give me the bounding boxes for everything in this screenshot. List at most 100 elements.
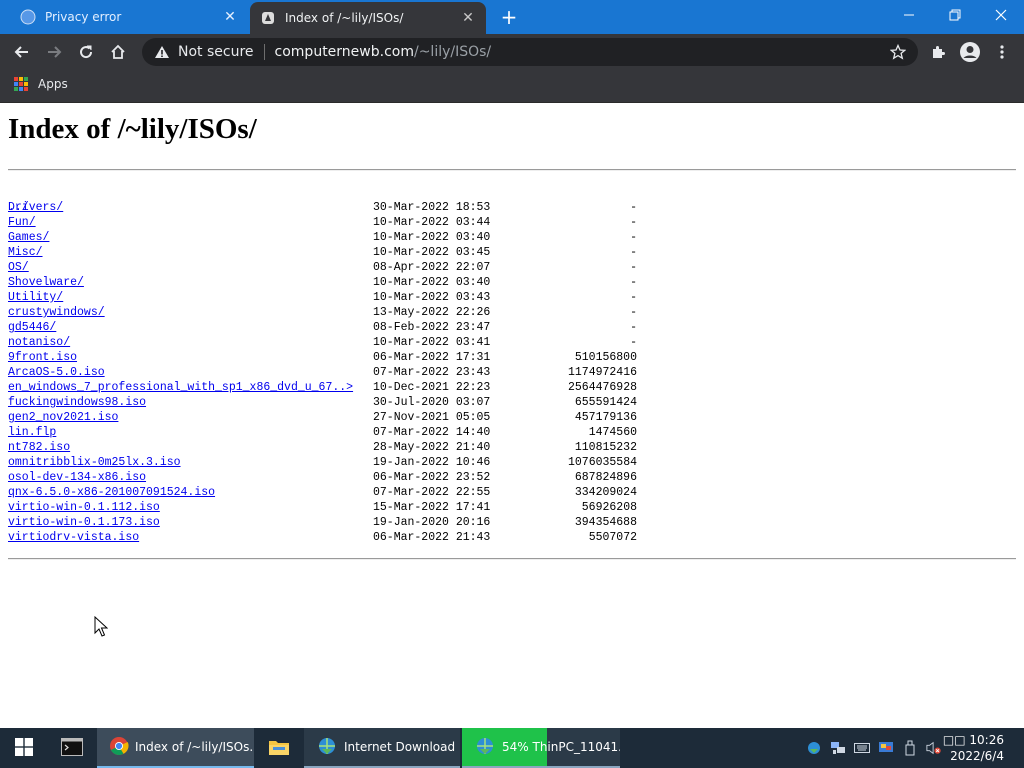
file-size: - xyxy=(630,261,637,274)
list-item: 9front.iso 06-Mar-2022 17:31 510156800 xyxy=(8,350,637,365)
file-link[interactable]: fuckingwindows98.iso xyxy=(8,395,146,410)
home-icon[interactable] xyxy=(104,39,132,65)
file-size: - xyxy=(630,306,637,319)
file-link[interactable]: virtio-win-0.1.173.iso xyxy=(8,515,160,530)
address-bar[interactable]: Not secure computernewb.com/~lily/ISOs/ xyxy=(142,38,918,66)
star-icon[interactable] xyxy=(889,43,907,60)
modified-date: 13-May-2022 22:26 xyxy=(373,306,491,319)
modified-date: 30-Jul-2020 03:07 xyxy=(373,396,491,409)
modified-date: 10-Mar-2022 03:40 xyxy=(373,276,491,289)
account-icon[interactable] xyxy=(956,39,984,65)
restore-icon[interactable] xyxy=(932,0,978,30)
file-link[interactable]: ArcaOS-5.0.iso xyxy=(8,365,105,380)
url-host: computernewb.com xyxy=(274,44,414,60)
file-size: 394354688 xyxy=(574,516,637,529)
usb-device-icon[interactable] xyxy=(902,740,918,756)
puzzle-icon[interactable] xyxy=(924,39,952,65)
keyboard-icon[interactable] xyxy=(854,740,870,756)
file-link[interactable]: en_windows_7_professional_with_sp1_x86_d… xyxy=(8,380,353,395)
modified-date: 10-Mar-2022 03:45 xyxy=(373,246,491,259)
file-link[interactable]: 9front.iso xyxy=(8,350,77,365)
file-size: 334209024 xyxy=(574,486,637,499)
file-link[interactable]: omnitribblix-0m25lx.3.iso xyxy=(8,455,181,470)
file-link[interactable]: Shovelware/ xyxy=(8,275,84,290)
modified-date: 06-Mar-2022 17:31 xyxy=(373,351,491,364)
close-window-icon[interactable] xyxy=(978,0,1024,30)
file-size: 655591424 xyxy=(574,396,637,409)
file-link[interactable]: crustywindows/ xyxy=(8,305,105,320)
list-item: crustywindows/13-May-2022 22:26 - xyxy=(8,305,637,320)
file-link[interactable]: Games/ xyxy=(8,230,49,245)
file-link[interactable]: Fun/ xyxy=(8,215,36,230)
file-link[interactable]: gd5446/ xyxy=(8,320,56,335)
apps-shortcut[interactable]: Apps xyxy=(14,77,68,91)
terminal-task-button[interactable] xyxy=(48,728,96,768)
file-link[interactable]: Utility/ xyxy=(8,290,63,305)
modified-date: 10-Mar-2022 03:41 xyxy=(373,336,491,349)
list-item: virtio-win-0.1.112.iso 15-Mar-2022 17:41 5… xyxy=(8,500,637,515)
list-item: gd5446/08-Feb-2022 23:47 - xyxy=(8,320,637,335)
list-item: Misc/10-Mar-2022 03:45 - xyxy=(8,245,637,260)
list-item: Drivers/30-Mar-2022 18:53 - xyxy=(8,200,637,215)
modified-date: 07-Mar-2022 14:40 xyxy=(373,426,491,439)
list-item: virtio-win-0.1.173.iso 19-Jan-2020 20:16 3… xyxy=(8,515,637,530)
chrome-task-button[interactable]: Index of /~lily/ISOs... xyxy=(97,728,254,768)
file-link[interactable]: Misc/ xyxy=(8,245,43,260)
internet-download-manager-task-button[interactable]: Internet Download ... xyxy=(304,728,460,768)
list-item: Games/10-Mar-2022 03:40 - xyxy=(8,230,637,245)
download-progress-task-button[interactable]: 54% ThinPC_11041... xyxy=(462,728,620,768)
file-link[interactable]: nt782.iso xyxy=(8,440,70,455)
list-item: omnitribblix-0m25lx.3.iso 19-Jan-2022 10:… xyxy=(8,455,637,470)
modified-date: 15-Mar-2022 17:41 xyxy=(373,501,491,514)
file-size: - xyxy=(630,201,637,214)
clock[interactable]: □□ 10:26 2022/6/4 xyxy=(943,732,1004,764)
file-link[interactable]: notaniso/ xyxy=(8,335,70,350)
modified-date: 27-Nov-2021 05:05 xyxy=(373,411,491,424)
modified-date: 07-Mar-2022 23:43 xyxy=(373,366,491,379)
download-manager-tray-icon[interactable] xyxy=(806,740,822,756)
list-item: ../ xyxy=(8,185,49,214)
menu-dots-icon[interactable] xyxy=(988,39,1016,65)
display-icon[interactable] xyxy=(878,740,894,756)
file-size: - xyxy=(630,231,637,244)
clock-time: □□ 10:26 xyxy=(942,733,1004,747)
reload-icon[interactable] xyxy=(72,39,100,65)
file-explorer-task-button[interactable] xyxy=(256,728,302,768)
close-tab-icon[interactable]: ✕ xyxy=(222,9,238,25)
file-link[interactable]: lin.flp xyxy=(8,425,56,440)
network-icon[interactable] xyxy=(830,740,846,756)
forward-arrow-icon[interactable] xyxy=(40,39,68,65)
browser-toolbar: Not secure computernewb.com/~lily/ISOs/ xyxy=(0,34,1024,70)
clock-date: 2022/6/4 xyxy=(950,749,1004,763)
list-item: fuckingwindows98.iso 30-Jul-2020 03:07 655… xyxy=(8,395,637,410)
warning-triangle-icon[interactable] xyxy=(154,44,170,60)
list-item: notaniso/10-Mar-2022 03:41 - xyxy=(8,335,637,350)
file-link[interactable]: virtio-win-0.1.112.iso xyxy=(8,500,160,515)
file-link[interactable]: OS/ xyxy=(8,260,29,275)
tab-privacy-error[interactable]: Privacy error ✕ xyxy=(0,0,248,34)
minimize-icon[interactable] xyxy=(886,0,932,30)
list-item: Shovelware/10-Mar-2022 03:40 - xyxy=(8,275,637,290)
omnibox-divider xyxy=(263,44,265,60)
volume-muted-icon[interactable] xyxy=(926,740,942,756)
file-size: - xyxy=(630,216,637,229)
modified-date: 19-Jan-2022 10:46 xyxy=(373,456,491,469)
list-item: osol-dev-134-x86.iso 06-Mar-2022 23:52 687… xyxy=(8,470,637,485)
new-tab-button[interactable]: + xyxy=(498,6,520,28)
start-button[interactable] xyxy=(0,728,48,768)
top-divider xyxy=(8,169,1016,171)
file-link[interactable]: osol-dev-134-x86.iso xyxy=(8,470,146,485)
mouse-cursor-icon xyxy=(94,615,109,642)
list-item: en_windows_7_professional_with_sp1_x86_d… xyxy=(8,380,637,395)
back-arrow-icon[interactable] xyxy=(8,39,36,65)
file-size: 1076035584 xyxy=(567,456,637,469)
download-manager-icon xyxy=(316,736,338,759)
file-link[interactable]: virtiodrv-vista.iso xyxy=(8,530,139,545)
file-link[interactable]: gen2_nov2021.iso xyxy=(8,410,118,425)
file-link[interactable]: Drivers/ xyxy=(8,200,63,215)
site-favicon-icon xyxy=(260,10,276,26)
tab-index-of-isos[interactable]: Index of /~lily/ISOs/ ✕ xyxy=(250,2,486,34)
file-link[interactable]: qnx-6.5.0-x86-201007091524.iso xyxy=(8,485,215,500)
close-tab-icon[interactable]: ✕ xyxy=(460,10,476,26)
security-status-label[interactable]: Not secure xyxy=(178,44,254,60)
